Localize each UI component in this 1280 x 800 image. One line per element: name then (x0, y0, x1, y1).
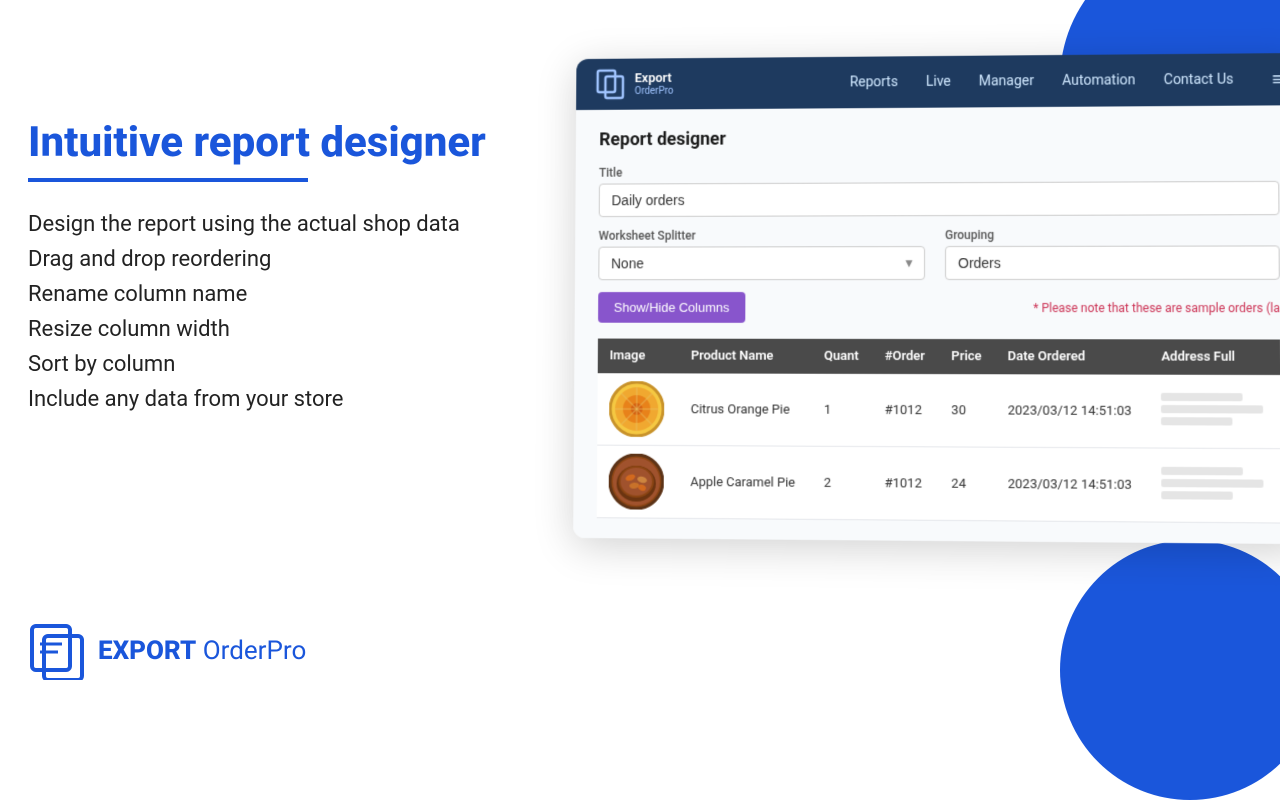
feature-item: Rename column name (28, 282, 558, 307)
col-quantity: Quant (812, 339, 873, 374)
title-label: Title (599, 163, 1279, 180)
feature-item: Design the report using the actual shop … (28, 212, 558, 237)
product-image-2 (609, 454, 664, 510)
worksheet-label: Worksheet Splitter (599, 228, 925, 243)
feature-item: Drag and drop reordering (28, 247, 558, 272)
cell-product-2: Apple Caramel Pie (678, 446, 812, 520)
bg-circle-bottom (1060, 540, 1280, 800)
feature-item: Resize column width (28, 317, 558, 342)
app-logo-name: Export (635, 71, 674, 87)
nav-automation[interactable]: Automation (1062, 72, 1135, 89)
left-panel: Intuitive report designer Design the rep… (28, 120, 558, 422)
product-image-1 (609, 381, 664, 437)
form-group-title: Title (599, 163, 1280, 217)
cell-order-1: #1012 (873, 374, 940, 447)
cell-qty-1: 1 (812, 374, 873, 447)
show-hide-button[interactable]: Show/Hide Columns (598, 292, 745, 323)
cell-price-1: 30 (939, 374, 995, 447)
app-content: Report designer Title Worksheet Splitter… (573, 105, 1280, 544)
table-row: Apple Caramel Pie 2 #1012 24 2023/03/12 … (597, 445, 1280, 523)
nav-reports[interactable]: Reports (850, 74, 898, 90)
brand-logo-icon (28, 622, 86, 680)
nav-links: Reports Live Manager Automation Contact … (850, 69, 1280, 93)
brand-bottom: EXPORT OrderPro (28, 622, 306, 680)
page-title: Report designer (599, 125, 1279, 150)
title-underline (28, 178, 308, 182)
cell-image-2 (597, 445, 679, 518)
app-window: Export OrderPro Reports Live Manager Aut… (573, 53, 1280, 544)
col-order: #Order (873, 339, 940, 374)
cell-image-1 (597, 373, 679, 445)
table-header-row: Image Product Name Quant #Order Price Da… (598, 339, 1280, 375)
app-logo-icon (596, 68, 627, 100)
cell-date-1: 2023/03/12 14:51:03 (996, 374, 1150, 448)
col-product-name: Product Name (679, 339, 812, 374)
worksheet-select[interactable]: None (598, 246, 925, 280)
app-logo: Export OrderPro (596, 68, 674, 100)
sample-note: * Please note that these are sample orde… (1033, 301, 1280, 315)
col-image: Image (598, 339, 679, 374)
grouping-input[interactable] (945, 245, 1280, 280)
form-group-worksheet: Worksheet Splitter None ▼ (598, 228, 925, 280)
cell-qty-2: 2 (812, 446, 873, 520)
worksheet-select-wrapper: None ▼ (598, 246, 925, 280)
cell-address-1 (1149, 375, 1280, 449)
form-row-title: Title (599, 163, 1280, 217)
app-nav: Export OrderPro Reports Live Manager Aut… (576, 53, 1280, 110)
form-row-ws: Worksheet Splitter None ▼ Grouping (598, 227, 1279, 280)
feature-list: Design the report using the actual shop … (28, 212, 558, 412)
feature-item: Include any data from your store (28, 387, 558, 412)
data-table: Image Product Name Quant #Order Price Da… (597, 339, 1280, 524)
feature-item: Sort by column (28, 352, 558, 377)
title-input[interactable] (599, 181, 1280, 217)
main-title: Intuitive report designer (28, 120, 558, 166)
col-date-ordered: Date Ordered (996, 339, 1149, 375)
col-price: Price (939, 339, 995, 374)
cell-price-2: 24 (939, 447, 995, 521)
form-group-grouping: Grouping (945, 227, 1280, 280)
menu-icon[interactable]: ≡ (1272, 69, 1280, 90)
table-row: Citrus Orange Pie 1 #1012 30 2023/03/12 … (597, 373, 1280, 448)
brand-text: EXPORT OrderPro (98, 636, 306, 666)
grouping-label: Grouping (945, 227, 1280, 242)
cell-address-2 (1149, 448, 1280, 523)
cell-date-2: 2023/03/12 14:51:03 (996, 447, 1150, 522)
cell-order-2: #1012 (873, 447, 940, 521)
col-address-full: Address Full (1149, 339, 1280, 375)
cell-product-1: Citrus Orange Pie (679, 373, 812, 446)
nav-live[interactable]: Live (926, 74, 951, 90)
app-logo-sub: OrderPro (635, 86, 674, 97)
nav-contact[interactable]: Contact Us (1164, 72, 1234, 89)
nav-manager[interactable]: Manager (979, 73, 1034, 89)
